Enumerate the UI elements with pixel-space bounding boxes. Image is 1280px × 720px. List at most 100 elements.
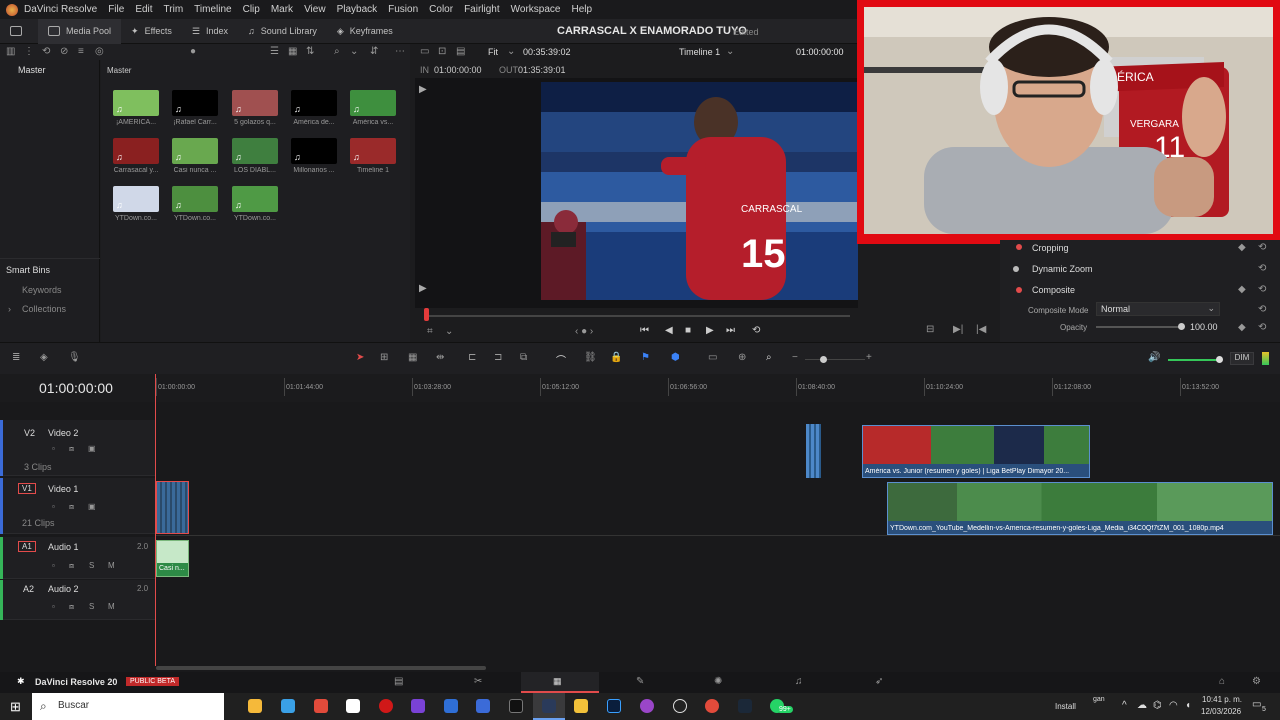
trim-tool-icon[interactable]: ⊞	[380, 352, 388, 363]
deliver-page-icon[interactable]: ➶	[875, 676, 883, 687]
microphone-icon[interactable]: 🎙	[68, 352, 81, 363]
sync-icon[interactable]: ⟲	[42, 46, 50, 57]
windows-start-icon[interactable]: ⊞	[10, 699, 21, 715]
chevron-right-icon[interactable]: ›	[8, 304, 11, 314]
clock-date[interactable]: 12/03/2026	[1201, 707, 1241, 716]
cropping-label[interactable]: Cropping	[1032, 243, 1069, 253]
capcut-icon[interactable]	[509, 699, 523, 713]
dynamic-trim-icon[interactable]: ⇹	[436, 352, 444, 363]
timeline-scrollbar[interactable]	[156, 666, 486, 670]
lock-icon[interactable]: 🔒	[610, 352, 622, 363]
jog-icon[interactable]: ‹ ● ›	[575, 326, 593, 337]
zoom-in-icon[interactable]: +	[866, 352, 872, 363]
link-icon[interactable]: ⊘	[60, 46, 68, 57]
prev-edit-icon[interactable]: |◀	[976, 324, 986, 335]
sort-icon[interactable]: ⇅	[306, 46, 314, 57]
last-frame-icon[interactable]: ⏭	[726, 325, 735, 336]
next-edit-icon[interactable]: ▶|	[953, 324, 963, 335]
composite-label[interactable]: Composite	[1032, 285, 1075, 295]
chevron-down-icon[interactable]: ⌄	[726, 46, 734, 57]
app-pink-icon[interactable]	[640, 699, 654, 713]
menu-fairlight[interactable]: Fairlight	[464, 4, 500, 15]
menu-color[interactable]: Color	[429, 4, 453, 15]
dynamic-zoom-toggle[interactable]	[1013, 266, 1019, 272]
more-options-icon[interactable]: ⋯	[395, 46, 405, 57]
fairlight-page-icon[interactable]: ♫	[795, 676, 803, 687]
index-button[interactable]: ☰ Index	[182, 19, 238, 44]
grid-view-icon[interactable]: ▦	[288, 46, 297, 57]
zoom-slider-handle[interactable]	[820, 356, 827, 363]
play-out-icon[interactable]: ▶	[419, 283, 427, 294]
media-pool-clip[interactable]: ♫ YTDown.co...	[225, 186, 285, 230]
home-icon[interactable]: ⌂	[1219, 676, 1225, 687]
chevron-down-icon[interactable]: ⌄	[445, 326, 453, 337]
menu-timeline[interactable]: Timeline	[194, 4, 231, 15]
viewer-layout-icon[interactable]: ▭	[420, 46, 429, 57]
install-label[interactable]: Install	[1055, 702, 1076, 711]
track-name-a2[interactable]: Audio 2	[48, 584, 79, 594]
onedrive-icon[interactable]: ☁	[1137, 700, 1147, 711]
media-pool-clip[interactable]: ♫ Casi nunca ...	[165, 138, 225, 182]
volume-icon[interactable]: ◖	[1185, 700, 1191, 711]
media-pool-clip[interactable]: ♫ 5 golazos q...	[225, 90, 285, 134]
search-icon[interactable]: ⌕	[334, 46, 340, 57]
insert-icon[interactable]: ⊏	[468, 352, 476, 363]
chevron-up-icon[interactable]: ^	[1122, 700, 1127, 711]
lock-track-icon[interactable]: ▫	[52, 444, 55, 453]
cropping-toggle[interactable]	[1016, 244, 1022, 250]
search-box[interactable]: ⌕ Buscar	[32, 693, 224, 720]
blade-tool-icon[interactable]: ▦	[408, 352, 417, 363]
media-page-icon[interactable]: ▤	[394, 676, 403, 687]
flag-icon[interactable]: ⚑	[641, 352, 650, 363]
composite-mode-select[interactable]: Normal ⌄	[1096, 302, 1220, 316]
lock-track-icon[interactable]: ▫	[52, 561, 55, 570]
track-visible-icon[interactable]: ▣	[88, 444, 96, 453]
resolve-taskbar-button[interactable]	[533, 693, 565, 720]
opacity-slider-handle[interactable]	[1178, 323, 1185, 330]
clock-time[interactable]: 10:41 p. m.	[1202, 695, 1242, 704]
select-tool-icon[interactable]: ➤	[356, 352, 364, 363]
opacity-value[interactable]: 100.00	[1190, 322, 1218, 332]
steam-icon[interactable]	[738, 699, 752, 713]
safe-area-icon[interactable]: ⊡	[438, 46, 446, 57]
media-pool-clip[interactable]: ♫ Carrasacal y...	[106, 138, 166, 182]
sidebar-icon[interactable]: ▥	[6, 46, 15, 57]
edit-page-tab[interactable]: ▦	[521, 672, 599, 693]
auto-select-icon[interactable]: ⧈	[69, 502, 74, 512]
fusion-page-icon[interactable]: ✎	[636, 676, 644, 687]
keyframes-button[interactable]: ◈ Keyframes	[327, 19, 403, 44]
track-tag-a1[interactable]: A1	[18, 541, 36, 552]
auto-select-icon[interactable]: ⧈	[69, 444, 74, 454]
keyframe-diamond-icon[interactable]: ◆	[1238, 284, 1246, 295]
composite-toggle[interactable]	[1016, 287, 1022, 293]
zoom-fit-select[interactable]: Fit	[488, 47, 498, 57]
volume-slider[interactable]	[1168, 359, 1220, 361]
v1-clip[interactable]: YTDown.com_YouTube_Medellin-vs-America-r…	[887, 482, 1273, 535]
collections-bin[interactable]: Collections	[22, 304, 66, 314]
keyframe-diamond-icon[interactable]: ◆	[1238, 322, 1246, 333]
track-name-v2[interactable]: Video 2	[48, 428, 78, 438]
menu-app[interactable]: DaVinci Resolve	[24, 4, 97, 15]
panel-toggle-button[interactable]	[0, 19, 38, 44]
lock-track-icon[interactable]: ▫	[52, 502, 55, 511]
first-frame-icon[interactable]: ⏮	[640, 325, 649, 336]
menu-mark[interactable]: Mark	[271, 4, 293, 15]
media-pool-clip[interactable]: ♫ YTDown.co...	[106, 186, 166, 230]
notification-icon[interactable]: ▭	[1252, 699, 1261, 710]
snapping-icon[interactable]: ⌒	[556, 352, 566, 367]
reverse-play-icon[interactable]: ◀	[665, 325, 673, 336]
view-options-icon[interactable]: ⋮	[24, 46, 34, 57]
settings-icon[interactable]: ⚙	[1252, 676, 1261, 687]
wifi-icon[interactable]: ◠	[1169, 700, 1178, 711]
copilot-icon[interactable]	[248, 699, 262, 713]
track-view-icon[interactable]: ◈	[40, 352, 48, 363]
lock-track-icon[interactable]: ▫	[52, 602, 55, 611]
media-pool-clip[interactable]: ♫ América vs...	[343, 90, 403, 134]
reset-icon[interactable]: ⟲	[1258, 304, 1266, 315]
menu-view[interactable]: View	[304, 4, 326, 15]
menu-workspace[interactable]: Workspace	[511, 4, 561, 15]
dynamic-zoom-label[interactable]: Dynamic Zoom	[1032, 264, 1093, 274]
media-pool-clip[interactable]: ♫ Millonarios ...	[284, 138, 344, 182]
reset-icon[interactable]: ⟲	[1258, 263, 1266, 274]
zoom-slider[interactable]	[805, 359, 865, 360]
